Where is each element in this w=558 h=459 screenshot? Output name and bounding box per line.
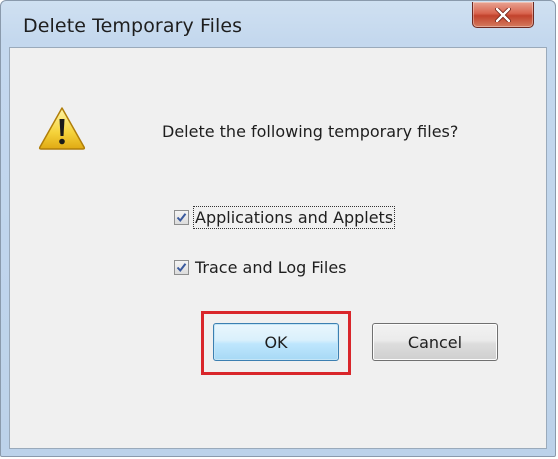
applications-checkbox[interactable] <box>174 209 189 225</box>
dialog-message: Delete the following temporary files? <box>162 122 459 141</box>
warning-icon <box>38 106 86 150</box>
applications-label[interactable]: Applications and Applets <box>192 205 396 229</box>
title-bar[interactable]: Delete Temporary Files <box>1 1 555 51</box>
dialog-body: Delete the following temporary files? Ap… <box>9 47 547 449</box>
close-button[interactable] <box>472 2 534 28</box>
checkmark-icon <box>176 212 187 222</box>
option-applications-and-applets[interactable]: Applications and Applets <box>174 205 396 229</box>
cancel-button[interactable]: Cancel <box>372 323 498 361</box>
option-trace-and-log-files[interactable]: Trace and Log Files <box>174 256 347 278</box>
trace-log-label[interactable]: Trace and Log Files <box>195 258 347 277</box>
dialog-window: Delete Temporary Files Delete the follow… <box>0 0 556 457</box>
checkmark-icon <box>176 262 187 272</box>
close-icon <box>495 8 511 22</box>
ok-button[interactable]: OK <box>213 323 339 361</box>
window-title: Delete Temporary Files <box>23 15 243 37</box>
trace-log-checkbox[interactable] <box>174 259 189 275</box>
